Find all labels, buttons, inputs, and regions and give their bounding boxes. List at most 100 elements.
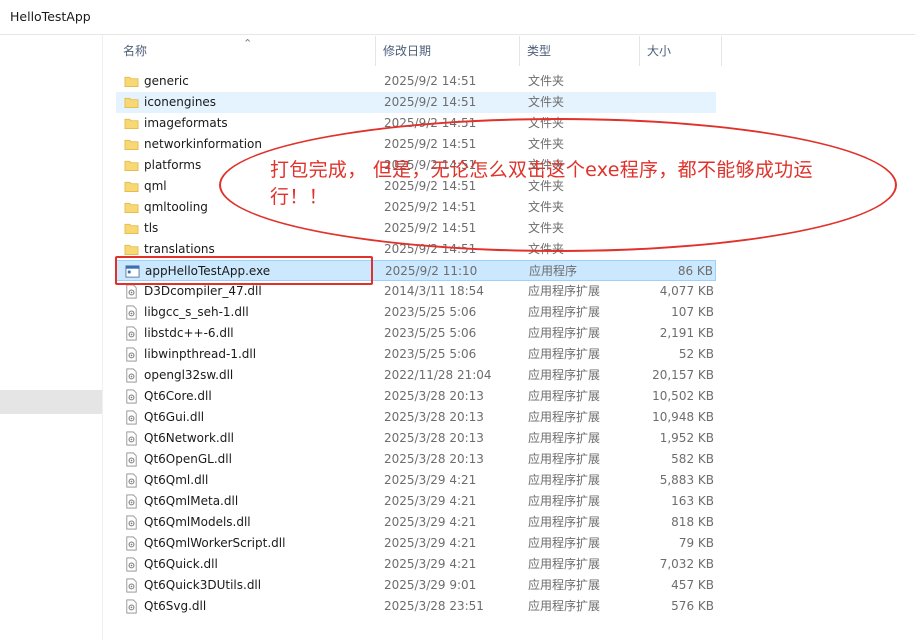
- dll-icon: [124, 557, 139, 572]
- file-type: 应用程序扩展: [528, 326, 601, 340]
- file-type: 应用程序扩展: [528, 389, 601, 403]
- file-date: 2025/3/28 23:51: [384, 599, 484, 613]
- file-row[interactable]: Qt6Core.dll 2025/3/28 20:13 应用程序扩展 10,502 K…: [116, 386, 716, 407]
- navigation-pane-selected-item[interactable]: [0, 390, 102, 414]
- file-row[interactable]: Qt6Quick.dll 2025/3/29 4:21 应用程序扩展 7,032 KB: [116, 554, 716, 575]
- file-row[interactable]: opengl32sw.dll 2022/11/28 21:04 应用程序扩展 20,1…: [116, 365, 716, 386]
- column-header-date-label: 修改日期: [383, 44, 432, 58]
- window-title: HelloTestApp: [10, 9, 91, 24]
- file-name: platforms: [144, 158, 202, 172]
- file-row[interactable]: libstdc++-6.dll 2023/5/25 5:06 应用程序扩展 2,191…: [116, 323, 716, 344]
- file-size: 107 KB: [671, 305, 714, 319]
- file-name: Qt6Gui.dll: [144, 410, 205, 424]
- folder-icon: [124, 74, 139, 89]
- file-size: 163 KB: [671, 494, 714, 508]
- file-size: 582 KB: [671, 452, 714, 466]
- file-size: 7,032 KB: [659, 557, 714, 571]
- column-header-size[interactable]: 大小: [640, 36, 722, 66]
- dll-icon: [124, 326, 139, 341]
- file-row[interactable]: Qt6OpenGL.dll 2025/3/28 20:13 应用程序扩展 582 KB: [116, 449, 716, 470]
- file-name: Qt6OpenGL.dll: [144, 452, 232, 466]
- annotation-text: 打包完成， 但是，无论怎么双击这个exe程序，都不能够成功运行！！: [270, 159, 813, 208]
- file-name: libgcc_s_seh-1.dll: [144, 305, 249, 319]
- file-type: 文件夹: [528, 74, 565, 88]
- file-type: 应用程序扩展: [528, 347, 601, 361]
- file-size: 1,952 KB: [659, 431, 714, 445]
- file-size: 457 KB: [671, 578, 714, 592]
- file-type: 应用程序扩展: [528, 452, 601, 466]
- file-row[interactable]: Qt6Quick3DUtils.dll 2025/3/29 9:01 应用程序扩展 4…: [116, 575, 716, 596]
- folder-icon: [124, 137, 139, 152]
- file-date: 2025/3/29 4:21: [384, 494, 477, 508]
- folder-icon: [124, 200, 139, 215]
- file-date: 2025/3/28 20:13: [384, 410, 484, 424]
- file-name: qmltooling: [144, 200, 208, 214]
- file-size: 52 KB: [678, 347, 714, 361]
- file-type: 应用程序扩展: [528, 494, 601, 508]
- annotation-highlight-box: [115, 256, 373, 285]
- file-type: 应用程序扩展: [528, 368, 601, 382]
- file-type: 应用程序扩展: [528, 515, 601, 529]
- file-row[interactable]: Qt6QmlModels.dll 2025/3/29 4:21 应用程序扩展 818 …: [116, 512, 716, 533]
- file-date: 2025/3/29 4:21: [384, 473, 477, 487]
- file-name: Qt6Core.dll: [144, 389, 212, 403]
- column-header-date[interactable]: 修改日期: [376, 36, 520, 66]
- file-row[interactable]: Qt6QmlMeta.dll 2025/3/29 4:21 应用程序扩展 163 KB: [116, 491, 716, 512]
- file-date: 2025/9/2 11:10: [385, 264, 478, 278]
- column-header-type[interactable]: 类型: [520, 36, 640, 66]
- file-name: imageformats: [144, 116, 228, 130]
- file-name: Qt6Quick3DUtils.dll: [144, 578, 262, 592]
- navigation-pane[interactable]: [0, 35, 103, 640]
- file-row[interactable]: Qt6QmlWorkerScript.dll 2025/3/29 4:21 应用程序…: [116, 533, 716, 554]
- file-name: Qt6Svg.dll: [144, 599, 207, 613]
- dll-icon: [124, 452, 139, 467]
- file-name: Qt6Network.dll: [144, 431, 234, 445]
- dll-icon: [124, 536, 139, 551]
- file-type: 应用程序扩展: [528, 473, 601, 487]
- file-row[interactable]: Qt6Svg.dll 2025/3/28 23:51 应用程序扩展 576 KB: [116, 596, 716, 617]
- file-name: Qt6Qml.dll: [144, 473, 209, 487]
- sort-ascending-icon: ⌃: [243, 37, 253, 50]
- file-name: opengl32sw.dll: [144, 368, 234, 382]
- column-header-name-label: 名称: [123, 44, 148, 58]
- file-type: 应用程序: [529, 264, 578, 278]
- file-row[interactable]: Qt6Qml.dll 2025/3/29 4:21 应用程序扩展 5,883 KB: [116, 470, 716, 491]
- file-date: 2025/3/28 20:13: [384, 389, 484, 403]
- file-row[interactable]: iconengines 2025/9/2 14:51 文件夹: [116, 92, 716, 113]
- file-row[interactable]: libwinpthread-1.dll 2023/5/25 5:06 应用程序扩展 5…: [116, 344, 716, 365]
- file-date: 2023/5/25 5:06: [384, 326, 477, 340]
- file-name: tls: [144, 221, 159, 235]
- column-header-type-label: 类型: [527, 44, 552, 58]
- dll-icon: [124, 389, 139, 404]
- file-name: libstdc++-6.dll: [144, 326, 234, 340]
- file-name: Qt6Quick.dll: [144, 557, 218, 571]
- file-row[interactable]: libgcc_s_seh-1.dll 2023/5/25 5:06 应用程序扩展 10…: [116, 302, 716, 323]
- dll-icon: [124, 368, 139, 383]
- dll-icon: [124, 473, 139, 488]
- dll-icon: [124, 515, 139, 530]
- folder-icon: [124, 179, 139, 194]
- file-size: 576 KB: [671, 599, 714, 613]
- file-date: 2025/3/29 4:21: [384, 536, 477, 550]
- dll-icon: [124, 578, 139, 593]
- file-size: 10,502 KB: [652, 389, 714, 403]
- folder-icon: [124, 95, 139, 110]
- file-type: 应用程序扩展: [528, 431, 601, 445]
- dll-icon: [124, 410, 139, 425]
- file-type: 应用程序扩展: [528, 305, 601, 319]
- file-type: 应用程序扩展: [528, 536, 601, 550]
- file-type: 应用程序扩展: [528, 599, 601, 613]
- file-date: 2014/3/11 18:54: [384, 284, 484, 298]
- file-name: Qt6QmlModels.dll: [144, 515, 251, 529]
- file-row[interactable]: Qt6Gui.dll 2025/3/28 20:13 应用程序扩展 10,948 KB: [116, 407, 716, 428]
- file-size: 4,077 KB: [659, 284, 714, 298]
- file-name: networkinformation: [144, 137, 262, 151]
- column-header-name[interactable]: 名称 ⌃: [116, 36, 376, 66]
- file-date: 2025/3/29 4:21: [384, 515, 477, 529]
- file-size: 5,883 KB: [659, 473, 714, 487]
- file-size: 86 KB: [677, 264, 713, 278]
- file-row[interactable]: Qt6Network.dll 2025/3/28 20:13 应用程序扩展 1,952…: [116, 428, 716, 449]
- file-row[interactable]: generic 2025/9/2 14:51 文件夹: [116, 71, 716, 92]
- file-name: iconengines: [144, 95, 217, 109]
- file-name: libwinpthread-1.dll: [144, 347, 257, 361]
